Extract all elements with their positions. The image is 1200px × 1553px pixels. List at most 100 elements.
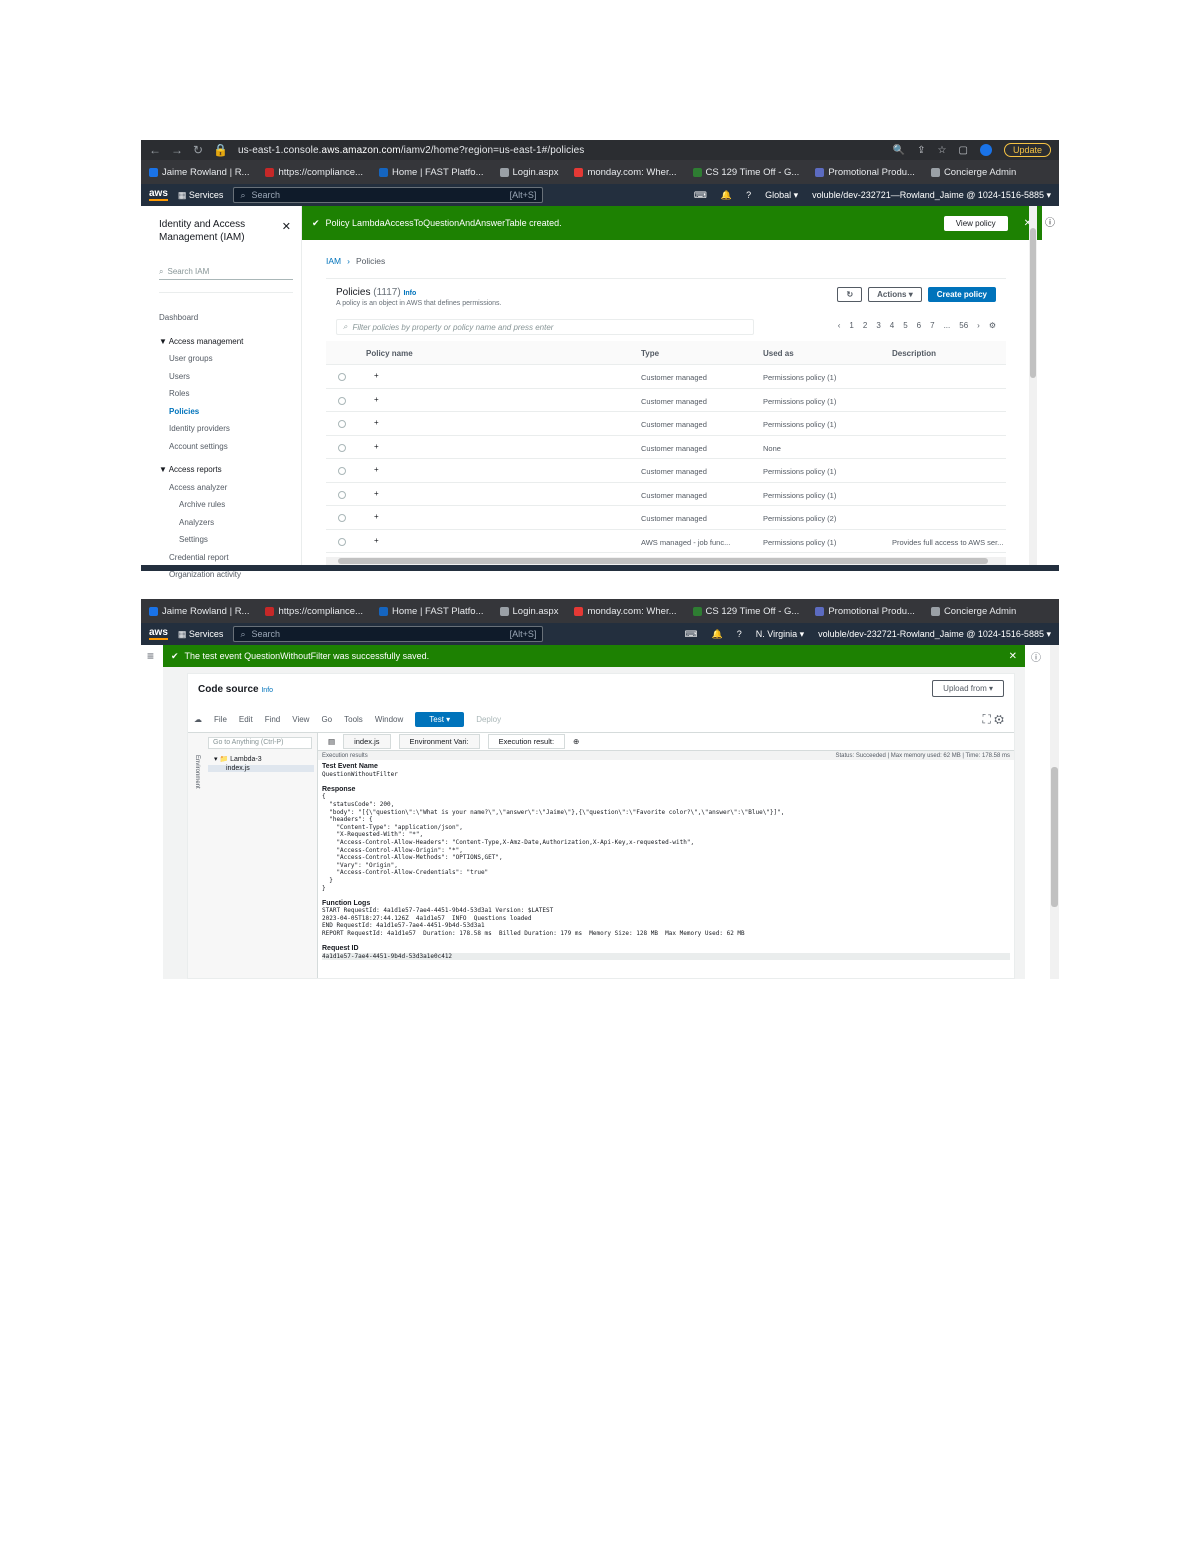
aws-logo[interactable]: aws: [149, 628, 168, 640]
window-icon[interactable]: ▢: [959, 145, 968, 156]
sidebar-item[interactable]: User groups: [159, 350, 293, 368]
cloud9-icon[interactable]: ☁: [194, 715, 202, 724]
expand-icon[interactable]: +: [374, 442, 379, 451]
ide-menu-item[interactable]: View: [292, 715, 309, 724]
page-number[interactable]: 56: [959, 321, 968, 330]
column-header-description[interactable]: Description: [892, 349, 936, 358]
profile-avatar[interactable]: [979, 144, 992, 156]
region-selector[interactable]: Global ▾: [765, 190, 798, 201]
bookmark-item[interactable]: Jaime Rowland | R...: [149, 167, 249, 178]
row-radio[interactable]: [338, 537, 346, 546]
editor-tab[interactable]: index.js: [343, 734, 391, 749]
close-icon[interactable]: ✕: [282, 220, 291, 233]
ide-menu-item[interactable]: Tools: [344, 715, 363, 724]
page-number[interactable]: 3: [876, 321, 880, 330]
policy-filter-input[interactable]: ⌕ Filter policies by property or policy …: [336, 319, 754, 335]
column-header-used-as[interactable]: Used as: [763, 349, 794, 358]
expand-icon[interactable]: +: [374, 395, 379, 404]
forward-icon[interactable]: →: [171, 143, 183, 157]
horizontal-scrollbar[interactable]: [326, 557, 1006, 565]
row-radio[interactable]: [338, 467, 346, 475]
info-link[interactable]: Info: [403, 290, 416, 297]
test-button[interactable]: Test ▾: [415, 712, 465, 727]
cloudshell-icon[interactable]: ⌨: [685, 629, 698, 640]
bookmark-item[interactable]: Promotional Produ...: [815, 606, 915, 617]
sidebar-item[interactable]: ▼ Access reports: [159, 461, 293, 479]
address-field[interactable]: us-east-1.console.aws.amazon.com/iamv2/h…: [238, 145, 883, 156]
expand-icon[interactable]: +: [374, 465, 379, 474]
expand-icon[interactable]: +: [374, 536, 379, 545]
row-radio[interactable]: [338, 443, 346, 452]
page-number[interactable]: 6: [917, 321, 921, 330]
actions-button[interactable]: Actions ▾: [868, 287, 922, 302]
editor-tab[interactable]: Execution result:: [487, 734, 566, 749]
page-number[interactable]: 1: [849, 321, 853, 330]
scroll-thumb[interactable]: [1051, 767, 1058, 907]
page-number[interactable]: 2: [863, 321, 867, 330]
aws-search-input[interactable]: ⌕ Search [Alt+S]: [233, 626, 544, 642]
update-button[interactable]: Update: [1003, 143, 1051, 157]
sidebar-search-input[interactable]: ⌕ Search IAM: [159, 264, 293, 280]
breadcrumb-iam[interactable]: IAM: [326, 256, 341, 266]
region-selector[interactable]: N. Virginia ▾: [756, 629, 804, 640]
scroll-thumb[interactable]: [1030, 228, 1036, 378]
row-radio[interactable]: [338, 396, 346, 405]
bell-icon[interactable]: 🔔: [721, 190, 732, 201]
menu-icon[interactable]: ≡: [147, 649, 154, 663]
bookmark-item[interactable]: Jaime Rowland | R...: [149, 606, 249, 617]
sidebar-item[interactable]: Account settings: [159, 438, 293, 456]
gear-icon[interactable]: ⛶ ⚙: [983, 712, 1004, 727]
sidebar-item[interactable]: Policies: [159, 403, 293, 421]
bookmark-item[interactable]: Promotional Produ...: [815, 167, 915, 178]
create-policy-button[interactable]: Create policy: [927, 287, 996, 302]
environment-tab[interactable]: Environment: [192, 755, 200, 789]
bookmark-item[interactable]: Home | FAST Platfo...: [378, 167, 484, 178]
info-link[interactable]: Info: [261, 687, 273, 694]
expand-icon[interactable]: +: [374, 418, 379, 427]
expand-icon[interactable]: +: [374, 489, 379, 498]
sidebar-item[interactable]: Identity providers: [159, 420, 293, 438]
services-menu[interactable]: ▦ Services: [178, 629, 224, 640]
info-icon[interactable]: ⓘ: [1045, 214, 1055, 229]
aws-search-input[interactable]: ⌕ Search [Alt+S]: [233, 187, 544, 203]
bookmark-item[interactable]: Login.aspx: [499, 606, 558, 617]
sidebar-item[interactable]: Credential report: [159, 549, 293, 567]
vertical-scrollbar[interactable]: [1029, 206, 1037, 565]
bookmark-item[interactable]: https://compliance...: [265, 167, 363, 178]
cloudshell-icon[interactable]: ⌨: [694, 190, 707, 201]
row-radio[interactable]: [338, 514, 346, 522]
sidebar-item[interactable]: Organization activity: [159, 566, 293, 584]
ide-menu-item[interactable]: File: [214, 715, 227, 724]
page-number[interactable]: 5: [903, 321, 907, 330]
close-icon[interactable]: ✕: [1009, 651, 1017, 662]
refresh-button[interactable]: ↻: [837, 287, 863, 302]
share-icon[interactable]: ⇪: [917, 145, 925, 156]
column-header-type[interactable]: Type: [641, 349, 659, 358]
upload-from-button[interactable]: Upload from ▾: [932, 680, 1004, 697]
star-icon[interactable]: ☆: [938, 145, 947, 156]
sidebar-item[interactable]: Dashboard: [159, 309, 293, 327]
bookmark-item[interactable]: Concierge Admin: [930, 606, 1016, 617]
account-menu[interactable]: voluble/dev-232721-Rowland_Jaime @ 1024-…: [818, 629, 1051, 640]
row-radio[interactable]: [338, 420, 346, 428]
sidebar-item[interactable]: ▼ Access management: [159, 333, 293, 351]
info-icon[interactable]: ⓘ: [1031, 649, 1041, 664]
page-number[interactable]: 7: [930, 321, 934, 330]
tree-file[interactable]: index.js: [208, 765, 314, 772]
expand-icon[interactable]: +: [374, 371, 379, 380]
help-icon[interactable]: ?: [746, 190, 751, 200]
vertical-scrollbar[interactable]: [1050, 645, 1059, 979]
add-tab-icon[interactable]: ⊕: [573, 737, 579, 746]
view-policy-button[interactable]: View policy: [943, 215, 1008, 231]
deploy-button[interactable]: Deploy: [476, 715, 501, 724]
sidebar-item[interactable]: Access analyzer: [159, 479, 293, 497]
column-header-policy-name[interactable]: Policy name: [366, 349, 413, 358]
row-radio[interactable]: [338, 373, 346, 381]
page-number[interactable]: 4: [890, 321, 894, 330]
bookmark-item[interactable]: https://compliance...: [265, 606, 363, 617]
help-icon[interactable]: ?: [737, 629, 742, 639]
editor-tab[interactable]: Environment Vari:: [398, 734, 480, 749]
chevron-left-icon[interactable]: ‹: [838, 321, 841, 330]
sidebar-item[interactable]: Analyzers: [159, 514, 293, 532]
chevron-right-icon[interactable]: ›: [977, 321, 980, 330]
